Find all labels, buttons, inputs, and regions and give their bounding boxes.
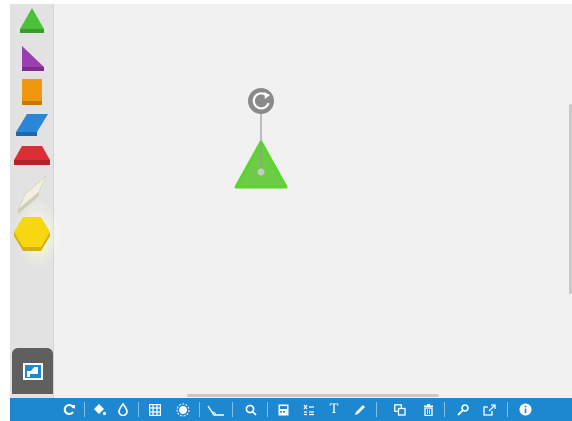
calculator-icon	[278, 404, 288, 415]
palette-parallelogram[interactable]	[10, 112, 53, 142]
snap-button[interactable]	[171, 398, 195, 421]
rotate-handle[interactable]	[248, 88, 274, 114]
snap-icon	[176, 403, 190, 416]
palette-trapezoid[interactable]	[10, 144, 53, 170]
palette-triangle[interactable]	[10, 7, 53, 37]
toolbar-separator	[138, 402, 139, 417]
shape-palette	[10, 4, 61, 398]
trash-icon	[423, 403, 433, 416]
import-shape-button[interactable]	[12, 348, 53, 394]
info-icon	[519, 403, 531, 416]
share-button[interactable]	[477, 398, 501, 421]
fill-button[interactable]	[87, 398, 111, 421]
toolbar-separator	[376, 402, 377, 417]
toolbar-separator	[232, 402, 233, 417]
fill-icon	[94, 404, 106, 416]
settings-button[interactable]	[451, 398, 475, 421]
equation-button[interactable]	[297, 398, 321, 421]
palette-hexagon[interactable]	[10, 215, 53, 257]
toolbar-separator	[267, 402, 268, 417]
protractor-icon	[207, 405, 224, 416]
palette-thin-rhombus[interactable]	[10, 174, 53, 214]
toolbar-separator	[84, 402, 85, 417]
duplicate-icon	[394, 403, 406, 416]
selected-triangle[interactable]	[229, 86, 293, 192]
duplicate-button[interactable]	[388, 398, 412, 421]
protractor-button[interactable]	[204, 398, 228, 421]
toolbar-separator	[507, 402, 508, 417]
grid-button[interactable]	[143, 398, 167, 421]
reset-icon	[63, 404, 75, 415]
horizontal-scrollbar[interactable]	[187, 394, 439, 397]
trash-button[interactable]	[416, 398, 440, 421]
pencil-icon	[355, 404, 365, 415]
share-icon	[482, 403, 496, 416]
bottom-toolbar: T	[10, 398, 572, 421]
grid-icon	[149, 403, 161, 416]
zoom-button[interactable]	[239, 398, 263, 421]
zoom-icon	[245, 404, 257, 416]
workspace-canvas[interactable]	[54, 4, 572, 398]
toolbar-separator	[444, 402, 445, 417]
toolbar-separator	[199, 402, 200, 417]
import-shape-icon	[22, 363, 43, 380]
app-window: T	[10, 4, 572, 421]
color-drop-icon	[118, 403, 128, 416]
calculator-button[interactable]	[271, 398, 295, 421]
palette-square[interactable]	[10, 78, 53, 108]
palette-right-triangle[interactable]	[10, 45, 53, 75]
text-icon: T	[329, 402, 339, 417]
reset-button[interactable]	[57, 398, 81, 421]
equation-icon	[303, 404, 314, 415]
info-button[interactable]	[513, 398, 537, 421]
pencil-button[interactable]	[348, 398, 372, 421]
color-drop-button[interactable]	[111, 398, 135, 421]
text-button[interactable]: T	[322, 398, 346, 421]
settings-icon	[457, 403, 469, 416]
